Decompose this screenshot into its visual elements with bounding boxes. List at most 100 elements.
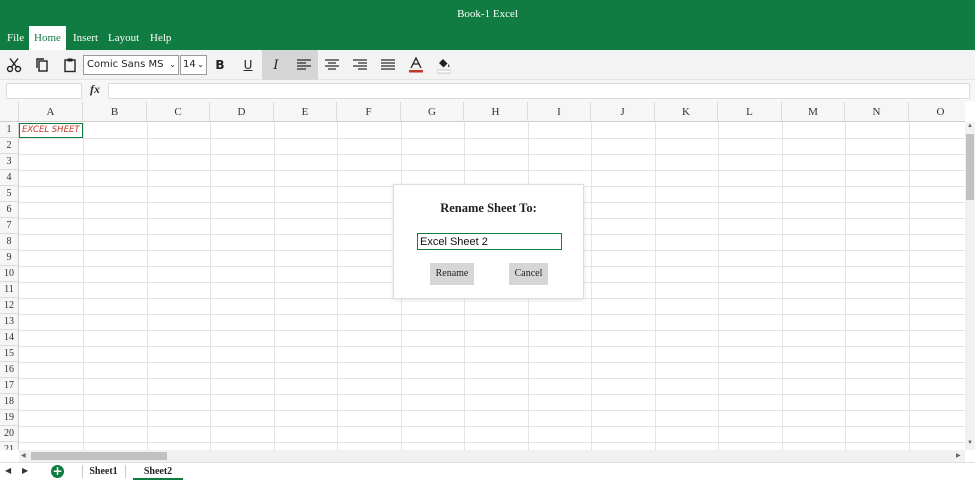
- grid-line: [782, 122, 783, 450]
- column-header-o[interactable]: O: [909, 102, 965, 122]
- bold-button[interactable]: B: [206, 50, 234, 80]
- formula-input[interactable]: [108, 83, 970, 99]
- column-header-i[interactable]: I: [528, 102, 591, 122]
- grid-line: [655, 122, 656, 450]
- column-header-l[interactable]: L: [718, 102, 782, 122]
- select-all-corner[interactable]: [0, 102, 19, 122]
- add-sheet-icon[interactable]: +: [51, 465, 64, 478]
- rename-sheet-dialog: Rename Sheet To: Rename Cancel: [393, 184, 584, 299]
- row-header-6[interactable]: 6: [0, 202, 19, 218]
- row-header-2[interactable]: 2: [0, 138, 19, 154]
- vertical-scrollbar[interactable]: ▲ ▼: [965, 122, 975, 450]
- cancel-button[interactable]: Cancel: [509, 263, 548, 285]
- column-header-m[interactable]: M: [782, 102, 845, 122]
- row-header-13[interactable]: 13: [0, 314, 19, 330]
- row-header-12[interactable]: 12: [0, 298, 19, 314]
- menu-insert[interactable]: Insert: [68, 28, 103, 50]
- column-header-j[interactable]: J: [591, 102, 655, 122]
- sheet-name-input[interactable]: [417, 233, 562, 250]
- align-center-icon: [325, 59, 339, 70]
- grid-line: [337, 122, 338, 450]
- menu-help[interactable]: Help: [145, 28, 176, 50]
- name-box[interactable]: [6, 83, 82, 99]
- row-header-10[interactable]: 10: [0, 266, 19, 282]
- prev-sheet-icon[interactable]: ◀: [5, 466, 11, 475]
- row-header-5[interactable]: 5: [0, 186, 19, 202]
- row-header-21[interactable]: 21: [0, 442, 19, 450]
- paste-button[interactable]: [56, 50, 84, 80]
- align-center-button[interactable]: [318, 50, 346, 80]
- row-header-7[interactable]: 7: [0, 218, 19, 234]
- row-header-9[interactable]: 9: [0, 250, 19, 266]
- column-header-n[interactable]: N: [845, 102, 909, 122]
- sheet-tab-bar: ◀ ▶ + Sheet1 Sheet2: [0, 462, 975, 480]
- column-header-e[interactable]: E: [274, 102, 337, 122]
- cut-button[interactable]: [0, 50, 28, 80]
- row-header-16[interactable]: 16: [0, 362, 19, 378]
- cut-icon: [6, 58, 22, 73]
- row-header-17[interactable]: 17: [0, 378, 19, 394]
- font-size-select[interactable]: 14 ⌄: [180, 55, 207, 75]
- italic-button[interactable]: I: [262, 50, 290, 80]
- rename-button[interactable]: Rename: [430, 263, 474, 285]
- row-header-18[interactable]: 18: [0, 394, 19, 410]
- menu-layout[interactable]: Layout: [103, 28, 144, 50]
- menu-home[interactable]: Home: [29, 26, 66, 50]
- row-header-3[interactable]: 3: [0, 154, 19, 170]
- column-header-d[interactable]: D: [210, 102, 274, 122]
- cell-a1[interactable]: EXCEL SHEET: [19, 123, 83, 138]
- grid-line: [19, 410, 965, 411]
- row-header-1[interactable]: 1: [0, 122, 19, 138]
- scroll-down-icon[interactable]: ▼: [967, 440, 973, 446]
- grid-line: [19, 170, 965, 171]
- row-header-11[interactable]: 11: [0, 282, 19, 298]
- menu-file[interactable]: File: [2, 28, 29, 50]
- column-header-f[interactable]: F: [337, 102, 401, 122]
- scroll-up-icon[interactable]: ▲: [967, 123, 973, 129]
- align-right-icon: [353, 59, 367, 70]
- column-header-k[interactable]: K: [655, 102, 718, 122]
- column-header-c[interactable]: C: [147, 102, 210, 122]
- column-header-h[interactable]: H: [464, 102, 528, 122]
- window-title: Book-1 Excel: [457, 8, 518, 20]
- sheet-tab-sheet1[interactable]: Sheet1: [83, 463, 124, 480]
- dialog-title: Rename Sheet To:: [440, 201, 537, 215]
- tab-divider: [125, 465, 126, 478]
- font-color-button[interactable]: [402, 50, 430, 80]
- scroll-left-icon[interactable]: ◀: [21, 452, 26, 459]
- horizontal-scrollbar[interactable]: ◀ ▶: [19, 450, 965, 462]
- scroll-right-icon[interactable]: ▶: [956, 452, 961, 459]
- grid-line: [19, 442, 965, 443]
- row-header-14[interactable]: 14: [0, 330, 19, 346]
- align-right-button[interactable]: [346, 50, 374, 80]
- justify-button[interactable]: [374, 50, 402, 80]
- next-sheet-icon[interactable]: ▶: [22, 466, 28, 475]
- row-header-4[interactable]: 4: [0, 170, 19, 186]
- column-header-g[interactable]: G: [401, 102, 464, 122]
- row-header-20[interactable]: 20: [0, 426, 19, 442]
- horizontal-scroll-thumb[interactable]: [31, 452, 167, 460]
- chevron-down-icon: ⌄: [197, 60, 204, 69]
- align-left-icon: [297, 59, 311, 70]
- underline-button[interactable]: U: [234, 50, 262, 80]
- paste-icon: [64, 58, 76, 73]
- grid-line: [909, 122, 910, 450]
- copy-button[interactable]: [28, 50, 56, 80]
- grid-line: [210, 122, 211, 450]
- function-icon[interactable]: fx: [90, 82, 100, 97]
- grid-line: [274, 122, 275, 450]
- row-header-8[interactable]: 8: [0, 234, 19, 250]
- toolbar: Comic Sans MS ⌄ 14 ⌄ B U I: [0, 50, 975, 80]
- font-family-select[interactable]: Comic Sans MS ⌄: [83, 55, 179, 75]
- grid-line: [718, 122, 719, 450]
- column-header-b[interactable]: B: [83, 102, 147, 122]
- column-header-a[interactable]: A: [19, 102, 83, 122]
- fill-color-button[interactable]: [430, 50, 458, 80]
- align-left-button[interactable]: [290, 50, 318, 80]
- row-header-19[interactable]: 19: [0, 410, 19, 426]
- row-header-15[interactable]: 15: [0, 346, 19, 362]
- sheet-tab-sheet2[interactable]: Sheet2: [133, 463, 183, 480]
- copy-icon: [36, 58, 48, 72]
- vertical-scroll-thumb[interactable]: [966, 134, 974, 200]
- grid-line: [19, 314, 965, 315]
